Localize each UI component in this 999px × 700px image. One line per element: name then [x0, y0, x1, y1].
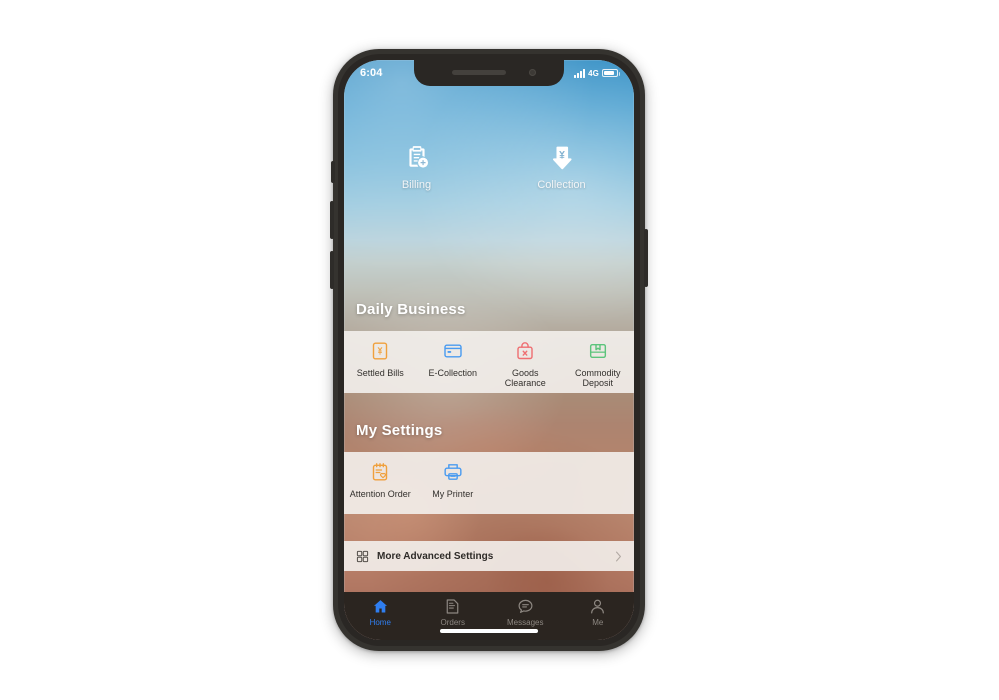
tile-attention-order[interactable]: Attention Order [344, 452, 417, 514]
phone-bezel: 6:04 4G Billing Collection Daily Busines… [338, 54, 640, 646]
quick-action-collection[interactable]: Collection [489, 144, 634, 191]
silent-switch-button[interactable] [331, 161, 335, 183]
home-scroll-content: Billing Collection Daily Business Settle… [344, 86, 634, 592]
person-icon [591, 599, 605, 614]
note-heart-icon [373, 463, 388, 481]
power-button[interactable] [644, 229, 648, 287]
quick-action-label: Billing [401, 179, 432, 191]
battery-icon [602, 69, 620, 77]
quick-actions-row: Billing Collection [344, 144, 634, 191]
my-settings-panel: Attention Order My Printer [344, 452, 634, 514]
quick-action-label: Collection [537, 179, 586, 191]
tile-settled-bills[interactable]: Settled Bills [344, 331, 417, 393]
tile-commodity-deposit[interactable]: Commodity Deposit [562, 331, 635, 393]
app-root: Billing Collection Daily Business Settle… [344, 60, 634, 640]
yen-box-icon [373, 342, 388, 360]
tile-goods-clearance[interactable]: Goods Clearance [489, 331, 562, 393]
tab-home[interactable]: Home [344, 598, 417, 627]
tile-label: My Printer [432, 489, 474, 499]
phone-screen: 6:04 4G Billing Collection Daily Busines… [344, 60, 634, 640]
screenshot-canvas: 6:04 4G Billing Collection Daily Busines… [0, 0, 999, 700]
bag-x-icon [517, 342, 533, 360]
tile-label: Commodity Deposit [574, 368, 621, 389]
section-heading-my-settings: My Settings [356, 422, 443, 439]
chat-icon [518, 599, 533, 613]
credit-card-icon [444, 344, 462, 358]
document-icon [446, 599, 459, 614]
volume-up-button[interactable] [330, 201, 334, 239]
quick-action-billing[interactable]: Billing [344, 144, 489, 191]
tile-e-collection[interactable]: E-Collection [417, 331, 490, 393]
home-indicator[interactable] [440, 629, 538, 633]
tile-placeholder-b [562, 452, 635, 514]
tile-my-printer[interactable]: My Printer [417, 452, 490, 514]
phone-device-frame: 6:04 4G Billing Collection Daily Busines… [330, 49, 648, 651]
clipboard-add-icon [408, 146, 428, 168]
tab-orders[interactable]: Orders [417, 598, 490, 627]
volume-down-button[interactable] [330, 251, 334, 289]
printer-icon [444, 464, 462, 480]
package-box-icon [589, 343, 606, 359]
grid-squares-icon [356, 550, 369, 562]
chevron-right-icon [616, 551, 621, 561]
tile-label: Settled Bills [356, 368, 404, 378]
section-heading-daily-business: Daily Business [356, 301, 466, 318]
status-bar-time: 6:04 [360, 67, 383, 79]
home-icon [373, 600, 387, 613]
tile-label: Attention Order [349, 489, 411, 499]
network-type-label: 4G [588, 68, 599, 78]
status-bar-indicators: 4G [574, 68, 620, 78]
tab-label: Me [592, 618, 604, 627]
tab-messages[interactable]: Messages [489, 598, 562, 627]
tile-label: Goods Clearance [504, 368, 546, 389]
tab-label: Messages [507, 618, 544, 627]
tab-label: Home [369, 618, 391, 627]
tab-label: Orders [440, 618, 465, 627]
more-advanced-settings-row[interactable]: More Advanced Settings [344, 541, 634, 571]
more-advanced-settings-label: More Advanced Settings [377, 550, 494, 562]
tile-placeholder-a [489, 452, 562, 514]
tab-me[interactable]: Me [562, 598, 635, 627]
tile-label: E-Collection [428, 368, 478, 378]
daily-business-panel: Settled Bills E-Collection Goods Clearan… [344, 331, 634, 393]
status-bar: 6:04 4G [344, 60, 634, 86]
yen-arrow-down-icon [552, 146, 572, 170]
signal-bars-icon [574, 68, 586, 78]
